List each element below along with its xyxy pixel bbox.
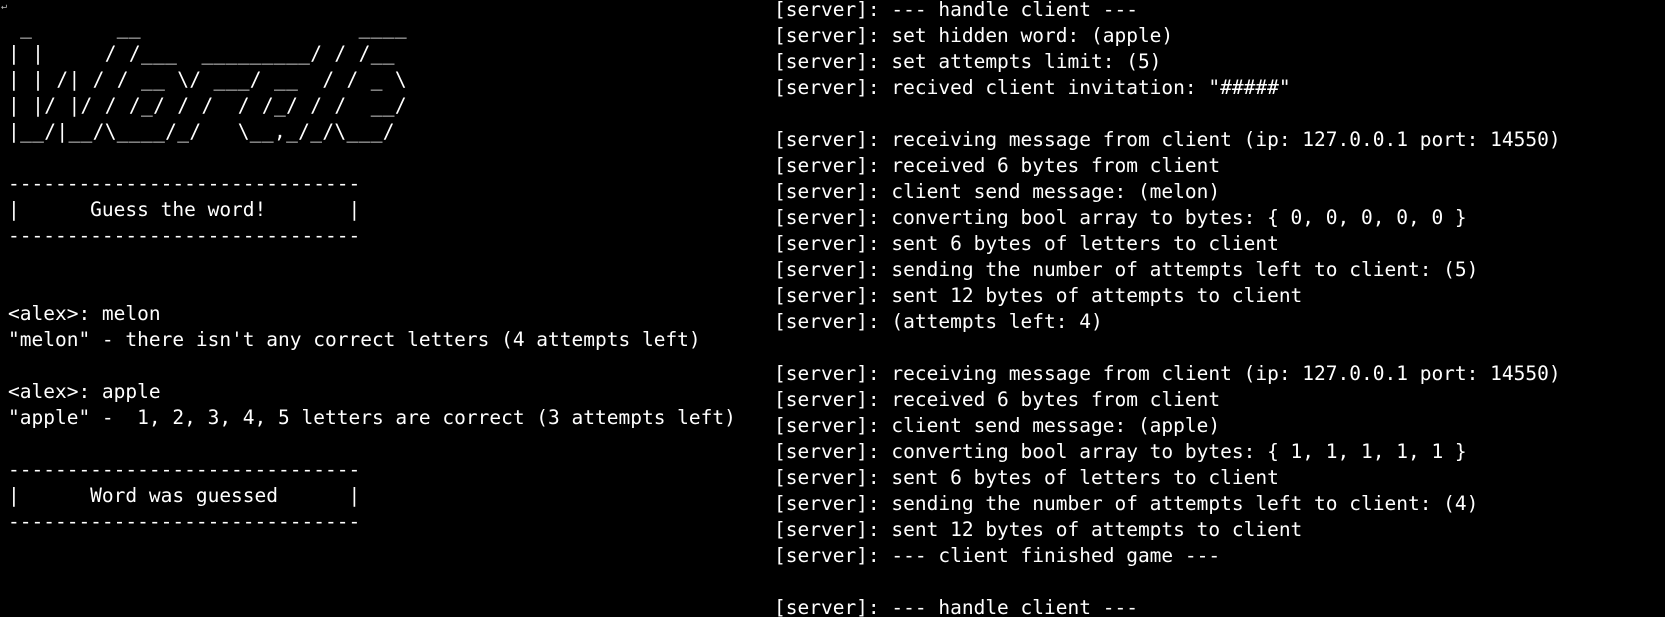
server-terminal-pane[interactable]: [server]: --- handle client --- [server]…: [772, 0, 1665, 617]
client-terminal-pane[interactable]: ↵ _ __ ____ | | / /___ _________/ / /__ …: [0, 0, 770, 617]
ascii-art-banner: _ __ ____ | | / /___ _________/ / /__ | …: [8, 16, 407, 143]
welcome-box-text: | Guess the word! |: [8, 198, 361, 221]
box-border-bottom: ------------------------------: [8, 510, 361, 533]
server-log-line: [server]: client send message: (apple): [774, 414, 1221, 437]
box-border-bottom: ------------------------------: [8, 224, 361, 247]
client-session-output: ------------------------------ | Guess t…: [0, 145, 770, 535]
box-border-top: ------------------------------: [8, 172, 361, 195]
server-log-line: [server]: --- client finished game ---: [774, 544, 1221, 567]
server-log-line: [server]: sent 12 bytes of attempts to c…: [774, 518, 1303, 541]
server-log-line: [server]: recived client invitation: "##…: [774, 76, 1291, 99]
server-log-output: [server]: --- handle client --- [server]…: [772, 0, 1665, 617]
return-icon: ↵: [1, 1, 8, 12]
server-log-line: [server]: --- handle client ---: [774, 0, 1138, 21]
server-log-line: [server]: converting bool array to bytes…: [774, 206, 1467, 229]
user-guess-prompt: <alex>: melon: [8, 302, 161, 325]
server-log-line: [server]: sent 6 bytes of letters to cli…: [774, 232, 1279, 255]
server-log-line: [server]: --- handle client ---: [774, 596, 1138, 617]
server-log-line: [server]: set hidden word: (apple): [774, 24, 1174, 47]
server-log-line: [server]: sent 12 bytes of attempts to c…: [774, 284, 1303, 307]
user-guess-prompt: <alex>: apple: [8, 380, 161, 403]
server-log-line: [server]: sent 6 bytes of letters to cli…: [774, 466, 1279, 489]
server-log-line: [server]: received 6 bytes from client: [774, 154, 1221, 177]
server-log-line: [server]: set attempts limit: (5): [774, 50, 1162, 73]
server-log-line: [server]: receiving message from client …: [774, 128, 1561, 151]
server-log-line: [server]: received 6 bytes from client: [774, 388, 1221, 411]
guess-result-line: "melon" - there isn't any correct letter…: [8, 328, 701, 351]
server-log-line: [server]: (attempts left: 4): [774, 310, 1103, 333]
server-log-line: [server]: sending the number of attempts…: [774, 258, 1479, 281]
server-log-line: [server]: converting bool array to bytes…: [774, 440, 1467, 463]
box-border-top: ------------------------------: [8, 458, 361, 481]
guess-result-line: "apple" - 1, 2, 3, 4, 5 letters are corr…: [8, 406, 736, 429]
server-log-line: [server]: client send message: (melon): [774, 180, 1221, 203]
result-box-text: | Word was guessed |: [8, 484, 361, 507]
server-log-line: [server]: receiving message from client …: [774, 362, 1561, 385]
server-log-line: [server]: sending the number of attempts…: [774, 492, 1479, 515]
